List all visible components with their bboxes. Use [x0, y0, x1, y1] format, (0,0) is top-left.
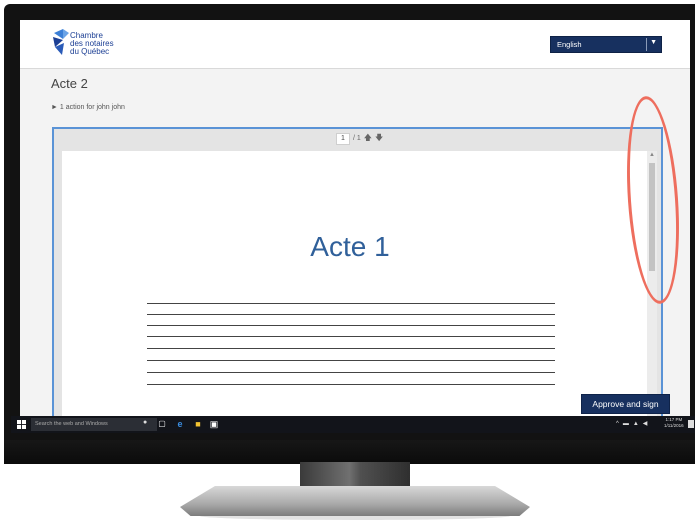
action-center-icon[interactable] — [688, 420, 694, 428]
windows-start-icon[interactable] — [17, 420, 26, 429]
document-line — [147, 384, 555, 385]
page-total: / 1 — [353, 135, 361, 142]
language-value: English — [557, 40, 582, 49]
arrow-down-icon[interactable]: 🡇 — [375, 132, 383, 146]
document-line — [147, 348, 555, 349]
approve-and-sign-button[interactable]: Approve and sign — [581, 394, 670, 414]
taskbar-search-box[interactable]: Search the web and Windows — [31, 418, 157, 431]
top-bar: Chambre des notaires du Québec English ▼ — [20, 20, 690, 69]
logo-text: Chambre des notaires du Québec — [70, 32, 114, 56]
screen: Chambre des notaires du Québec English ▼… — [20, 20, 690, 416]
microphone-icon[interactable]: ● — [143, 419, 147, 426]
taskbar: Search the web and Windows ● ▢ e ■ ▣ ^▬▲… — [11, 416, 695, 433]
document-line — [147, 325, 555, 326]
document-line — [147, 336, 555, 337]
actions-text: 1 action for john john — [59, 104, 125, 111]
document-viewer: 1 / 1 🡅 🡇 Acte 1 ▲ — [52, 127, 663, 416]
document-line — [147, 360, 555, 361]
store-icon[interactable]: ▣ — [209, 419, 219, 429]
document-line — [147, 303, 555, 304]
clock-date: 1/11/2016 — [664, 423, 684, 428]
document-line — [147, 372, 555, 373]
language-select[interactable]: English ▼ — [550, 36, 662, 53]
monitor-chin — [4, 440, 695, 464]
chevron-down-icon: ▼ — [650, 39, 657, 46]
page-number-input[interactable]: 1 — [336, 132, 350, 145]
taskbar-clock[interactable]: 1:17 PM 1/11/2016 — [664, 417, 684, 429]
task-view-icon[interactable]: ▢ — [157, 419, 167, 429]
page-navigator: 1 / 1 🡅 🡇 — [336, 132, 383, 146]
expand-arrow-icon: ► — [51, 104, 58, 111]
document-line — [147, 314, 555, 315]
logo-line-3: du Québec — [70, 47, 110, 56]
document-title: Acte 1 — [310, 231, 390, 262]
page-title: Acte 2 — [51, 76, 88, 91]
document-page: Acte 1 — [62, 151, 650, 416]
arrow-up-icon[interactable]: 🡅 — [364, 132, 372, 146]
system-tray[interactable]: ^▬▲◀ — [616, 420, 651, 427]
logo[interactable]: Chambre des notaires du Québec — [51, 27, 135, 61]
actions-toggle[interactable]: ► 1 action for john john — [51, 104, 125, 111]
language-divider — [646, 38, 647, 51]
file-explorer-icon[interactable]: ■ — [193, 419, 203, 429]
monitor-stand-base — [180, 486, 530, 516]
edge-icon[interactable]: e — [175, 419, 185, 429]
